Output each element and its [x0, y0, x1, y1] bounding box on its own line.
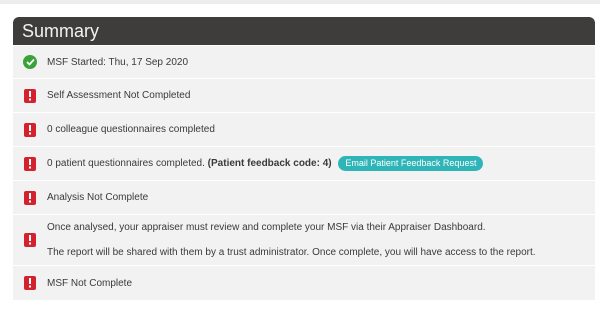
patient-feedback-code: (Patient feedback code: 4) [207, 158, 332, 170]
check-icon [23, 55, 37, 69]
summary-panel: Summary MSF Started: Thu, 17 Sep 2020 Se… [13, 17, 595, 300]
status-text-line1: Once analysed, your appraiser must revie… [47, 222, 486, 233]
exclamation-icon [24, 233, 36, 247]
status-text: MSF Started: Thu, 17 Sep 2020 [47, 56, 189, 68]
list-item-msf-complete: MSF Not Complete [13, 265, 595, 300]
list-item-msf-started: MSF Started: Thu, 17 Sep 2020 [13, 45, 595, 78]
summary-list: MSF Started: Thu, 17 Sep 2020 Self Asses… [13, 45, 595, 300]
status-text: 0 colleague questionnaires completed [47, 124, 215, 135]
panel-title: Summary [13, 17, 595, 45]
status-text: Analysis Not Complete [47, 192, 149, 203]
list-item-colleague-questionnaires: 0 colleague questionnaires completed [13, 112, 595, 146]
list-item-appraiser-review: Once analysed, your appraiser must revie… [13, 214, 595, 265]
list-item-patient-questionnaires: 0 patient questionnaires completed. (Pat… [13, 146, 595, 180]
status-text: MSF Not Complete [47, 277, 133, 289]
status-text: 0 patient questionnaires completed. [47, 158, 205, 170]
email-patient-feedback-request-button[interactable]: Email Patient Feedback Request [338, 156, 484, 171]
exclamation-icon [24, 88, 36, 103]
status-text-line2: The report will be shared with them by a… [47, 247, 536, 258]
status-text: Self Assessment Not Completed [47, 90, 191, 101]
exclamation-icon [24, 190, 36, 205]
top-divider [0, 0, 600, 4]
exclamation-icon [24, 156, 36, 171]
exclamation-icon [24, 276, 36, 290]
exclamation-icon [24, 122, 36, 137]
list-item-self-assessment: Self Assessment Not Completed [13, 78, 595, 112]
list-item-analysis: Analysis Not Complete [13, 180, 595, 214]
